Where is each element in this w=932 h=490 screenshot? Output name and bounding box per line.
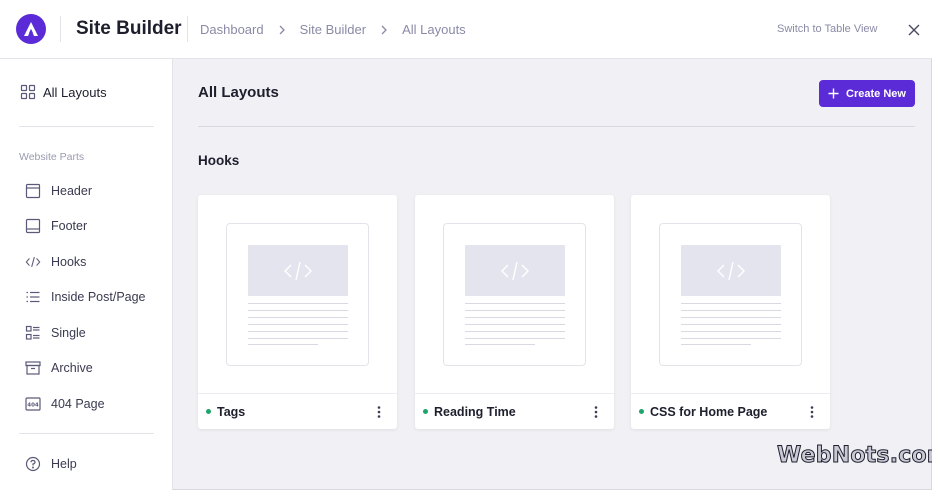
create-new-button[interactable]: Create New xyxy=(819,80,915,107)
sidebar-item-help[interactable]: Help xyxy=(25,456,77,472)
sidebar-item-label: All Layouts xyxy=(43,84,107,100)
preview-line xyxy=(681,303,781,304)
preview-line xyxy=(465,324,565,325)
switch-to-table-view-link[interactable]: Switch to Table View xyxy=(777,23,877,35)
preview-line xyxy=(681,331,781,332)
sidebar-item-header[interactable]: Header xyxy=(25,183,92,199)
sidebar-item-label: Archive xyxy=(51,361,93,375)
preview-line xyxy=(248,303,348,304)
svg-text:404: 404 xyxy=(27,403,39,409)
layout-name[interactable]: Reading Time xyxy=(434,405,516,419)
breadcrumb-dashboard[interactable]: Dashboard xyxy=(200,22,264,37)
breadcrumb-all-layouts[interactable]: All Layouts xyxy=(402,22,466,37)
preview-line xyxy=(465,344,535,345)
divider xyxy=(187,16,188,42)
app-title: Site Builder xyxy=(76,18,182,39)
preview-line xyxy=(681,338,781,339)
grid-icon xyxy=(20,84,36,100)
chevron-right-icon xyxy=(277,25,287,35)
sidebar-item-label: Hooks xyxy=(51,255,87,269)
status-dot xyxy=(639,409,644,414)
preview-line xyxy=(248,331,348,332)
404-icon: 404 xyxy=(25,396,41,412)
preview-line xyxy=(681,344,751,345)
more-vertical-icon[interactable] xyxy=(806,405,818,419)
status-dot xyxy=(206,409,211,414)
layout-preview xyxy=(659,223,802,366)
status-dot xyxy=(423,409,428,414)
chevron-right-icon xyxy=(379,25,389,35)
section-title: Hooks xyxy=(198,153,240,168)
sidebar-item-archive[interactable]: Archive xyxy=(25,360,93,376)
sidebar-item-label: Header xyxy=(51,184,92,198)
divider xyxy=(19,433,154,434)
divider xyxy=(198,126,915,127)
code-icon xyxy=(681,245,781,296)
code-icon xyxy=(248,245,348,296)
help-icon xyxy=(25,456,41,472)
archive-icon xyxy=(25,360,41,376)
divider xyxy=(19,126,154,127)
close-icon[interactable] xyxy=(906,22,922,38)
astra-logo-icon[interactable] xyxy=(16,14,46,44)
breadcrumb: Dashboard Site Builder All Layouts xyxy=(200,22,466,37)
preview-line xyxy=(248,344,318,345)
sidebar-section-label: Website Parts xyxy=(19,151,85,163)
preview-line xyxy=(465,338,565,339)
sidebar-item-footer[interactable]: Footer xyxy=(25,218,87,234)
single-icon xyxy=(25,325,41,341)
sidebar-item-all-layouts[interactable]: All Layouts xyxy=(20,84,107,100)
preview-line xyxy=(681,324,781,325)
sidebar-item-single[interactable]: Single xyxy=(25,325,86,341)
sidebar-item-label: Inside Post/Page xyxy=(51,290,146,304)
preview-line xyxy=(681,317,781,318)
sidebar-item-label: Single xyxy=(51,326,86,340)
card-footer: Tags xyxy=(198,393,397,429)
preview-line xyxy=(248,317,348,318)
sidebar-item-inside-post-page[interactable]: Inside Post/Page xyxy=(25,289,146,305)
more-vertical-icon[interactable] xyxy=(373,405,385,419)
preview-line xyxy=(248,338,348,339)
code-icon xyxy=(25,254,41,270)
sidebar-item-label: 404 Page xyxy=(51,397,105,411)
layout-card[interactable]: Tags xyxy=(198,195,397,429)
layout-name[interactable]: CSS for Home Page xyxy=(650,405,767,419)
footer-icon xyxy=(25,218,41,234)
create-new-label: Create New xyxy=(846,87,906,100)
watermark: WebNots.com xyxy=(777,443,932,469)
preview-line xyxy=(681,310,781,311)
layout-preview xyxy=(443,223,586,366)
preview-line xyxy=(248,310,348,311)
sidebar-item-label: Footer xyxy=(51,219,88,233)
sidebar-item-hooks[interactable]: Hooks xyxy=(25,254,86,270)
sidebar-item-404-page[interactable]: 404 404 Page xyxy=(25,396,105,412)
card-footer: Reading Time xyxy=(415,393,614,429)
layout-card[interactable]: Reading Time xyxy=(415,195,614,429)
preview-line xyxy=(465,331,565,332)
layout-preview xyxy=(226,223,369,366)
page-title: All Layouts xyxy=(198,84,279,101)
layout-name[interactable]: Tags xyxy=(217,405,245,419)
preview-line xyxy=(465,317,565,318)
preview-line xyxy=(248,324,348,325)
top-bar: Site Builder Dashboard Site Builder All … xyxy=(0,0,932,59)
more-vertical-icon[interactable] xyxy=(590,405,602,419)
layout-card[interactable]: CSS for Home Page xyxy=(631,195,830,429)
code-icon xyxy=(465,245,565,296)
preview-line xyxy=(465,303,565,304)
sidebar-item-label: Help xyxy=(51,457,77,471)
breadcrumb-site-builder[interactable]: Site Builder xyxy=(300,22,366,37)
header-icon xyxy=(25,183,41,199)
divider xyxy=(60,16,61,42)
sidebar: All Layouts Website Parts Header Footer … xyxy=(0,59,173,490)
list-icon xyxy=(25,289,41,305)
plus-icon xyxy=(828,88,839,99)
card-footer: CSS for Home Page xyxy=(631,393,830,429)
preview-line xyxy=(465,310,565,311)
